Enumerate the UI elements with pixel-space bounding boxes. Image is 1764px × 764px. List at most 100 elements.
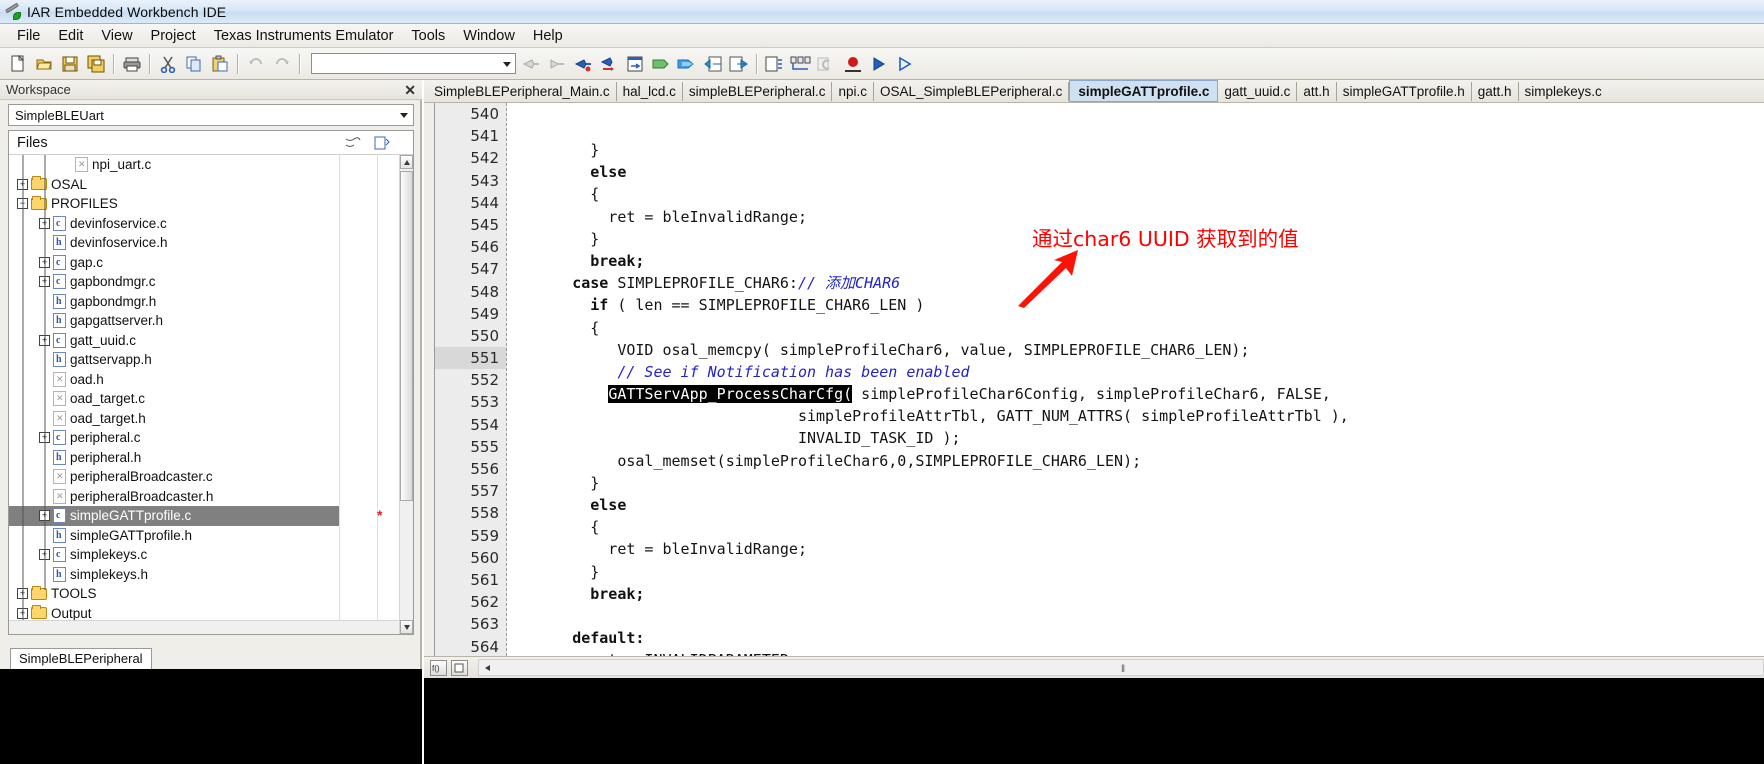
expand-icon[interactable]: + bbox=[17, 178, 28, 190]
scroll-thumb[interactable] bbox=[400, 171, 413, 501]
code-line[interactable]: break; bbox=[508, 250, 1764, 272]
go-to-function-icon[interactable]: f() bbox=[430, 659, 447, 676]
tab-simplegattprofile-c[interactable]: simpleGATTprofile.c bbox=[1069, 80, 1219, 102]
step-icon[interactable] bbox=[892, 51, 918, 77]
code-line[interactable]: { bbox=[508, 183, 1764, 205]
code-line[interactable]: // See if Notification has been enabled bbox=[508, 361, 1764, 383]
save-all-icon[interactable] bbox=[83, 51, 109, 77]
menu-item-help[interactable]: Help bbox=[524, 26, 572, 46]
tree-item[interactable]: oad.h bbox=[9, 370, 399, 390]
menu-item-edit[interactable]: Edit bbox=[49, 26, 92, 46]
tab-gatt-uuid-c[interactable]: gatt_uuid.c bbox=[1218, 81, 1298, 101]
tree-item[interactable]: peripheralBroadcaster.h bbox=[9, 487, 399, 507]
code-line[interactable]: { bbox=[508, 516, 1764, 538]
tree-item[interactable]: oad_target.h bbox=[9, 409, 399, 429]
find-in-files-icon[interactable] bbox=[570, 51, 596, 77]
code-line[interactable]: else bbox=[508, 161, 1764, 183]
open-folder-icon[interactable] bbox=[31, 51, 57, 77]
tree-item[interactable]: simpleGATTprofile.h bbox=[9, 526, 399, 546]
expand-icon[interactable]: + bbox=[39, 549, 50, 561]
undo-icon[interactable] bbox=[243, 51, 269, 77]
code-line[interactable]: } bbox=[508, 561, 1764, 583]
code-text-area[interactable]: } else { ret = bleInvalidRange; } break;… bbox=[508, 103, 1764, 656]
tree-item[interactable]: + Output bbox=[9, 604, 399, 620]
code-line[interactable]: ret = INVALIDPARAMETER; bbox=[508, 649, 1764, 656]
code-line[interactable]: break; bbox=[508, 583, 1764, 605]
tab-simplekeys-c[interactable]: simplekeys.c bbox=[1519, 82, 1608, 101]
find-icon[interactable] bbox=[518, 51, 544, 77]
tree-item[interactable]: + gatt_uuid.c bbox=[9, 331, 399, 351]
tab-simplebleperipheral-c[interactable]: simpleBLEPeripheral.c bbox=[683, 81, 833, 101]
go-to-line-icon[interactable] bbox=[622, 51, 648, 77]
code-line[interactable]: INVALID_TASK_ID ); bbox=[508, 427, 1764, 449]
menu-item-window[interactable]: Window bbox=[454, 26, 524, 46]
save-icon[interactable] bbox=[57, 51, 83, 77]
tree-item[interactable]: simplekeys.h bbox=[9, 565, 399, 585]
tab-simplegattprofile-h[interactable]: simpleGATTprofile.h bbox=[1337, 81, 1472, 101]
tree-item[interactable]: − PROFILES bbox=[9, 194, 399, 214]
expand-icon[interactable]: + bbox=[17, 588, 28, 600]
menu-item-texas-instruments-emulator[interactable]: Texas Instruments Emulator bbox=[205, 26, 403, 46]
tab-gatt-h[interactable]: gatt.h bbox=[1472, 81, 1519, 101]
tree-item[interactable]: gapbondmgr.h bbox=[9, 292, 399, 312]
code-line[interactable]: GATTServApp_ProcessCharCfg( simpleProfil… bbox=[508, 383, 1764, 405]
code-editor[interactable]: 540 541 542 543 544 545 546 547 548 549 550 551 552 5… bbox=[434, 103, 1764, 656]
tab-npi-c[interactable]: npi.c bbox=[832, 81, 874, 101]
file-tree-vertical-scrollbar[interactable] bbox=[399, 155, 413, 634]
tree-item[interactable]: peripheralBroadcaster.c bbox=[9, 467, 399, 487]
tree-item[interactable]: npi_uart.c bbox=[9, 155, 399, 175]
navigate-backward-icon[interactable] bbox=[700, 51, 726, 77]
code-line[interactable]: } bbox=[508, 139, 1764, 161]
quick-search-input[interactable] bbox=[311, 53, 516, 74]
code-line[interactable]: ret = bleInvalidRange; bbox=[508, 538, 1764, 560]
code-line[interactable]: osal_memset(simpleProfileChar6,0,SIMPLEP… bbox=[508, 450, 1764, 472]
tree-item[interactable]: oad_target.c bbox=[9, 389, 399, 409]
collapse-icon[interactable]: − bbox=[17, 198, 28, 210]
file-tree-horizontal-scrollbar[interactable] bbox=[9, 620, 399, 634]
replace-icon[interactable] bbox=[596, 51, 622, 77]
sort-icon[interactable] bbox=[343, 135, 361, 151]
navigate-forward-icon[interactable] bbox=[726, 51, 752, 77]
tree-item[interactable]: + OSAL bbox=[9, 175, 399, 195]
tree-item[interactable]: devinfoservice.h bbox=[9, 233, 399, 253]
tab-hal-lcd-c[interactable]: hal_lcd.c bbox=[617, 81, 683, 101]
toggle-breakpoint-icon[interactable] bbox=[451, 659, 468, 676]
copy-icon[interactable] bbox=[181, 51, 207, 77]
chevron-down-icon[interactable] bbox=[400, 113, 408, 118]
workspace-tab-simplebleperipheral[interactable]: SimpleBLEPeripheral bbox=[10, 648, 152, 669]
code-line[interactable]: case SIMPLEPROFILE_CHAR6:// 添加CHAR6 bbox=[508, 272, 1764, 294]
project-config-dropdown[interactable]: SimpleBLEUart bbox=[8, 104, 414, 126]
tab-osal-simplebleperipheral-c[interactable]: OSAL_SimpleBLEPeripheral.c bbox=[874, 81, 1070, 101]
tree-item[interactable]: + simplekeys.c bbox=[9, 545, 399, 565]
code-line[interactable] bbox=[508, 605, 1764, 627]
expand-icon[interactable]: + bbox=[39, 276, 50, 288]
redo-icon[interactable] bbox=[269, 51, 295, 77]
tree-item[interactable]: + simpleGATTprofile.c * bbox=[9, 506, 382, 526]
code-line[interactable]: } bbox=[508, 472, 1764, 494]
scroll-down-icon[interactable] bbox=[400, 620, 413, 634]
tab-att-h[interactable]: att.h bbox=[1297, 81, 1337, 101]
code-line[interactable]: else bbox=[508, 494, 1764, 516]
expand-icon[interactable]: + bbox=[39, 510, 50, 522]
expand-icon[interactable]: + bbox=[39, 432, 50, 444]
make-icon[interactable] bbox=[788, 51, 814, 77]
menu-item-view[interactable]: View bbox=[92, 26, 141, 46]
paste-icon[interactable] bbox=[207, 51, 233, 77]
print-icon[interactable] bbox=[119, 51, 145, 77]
expand-icon[interactable]: + bbox=[17, 607, 28, 619]
cut-icon[interactable] bbox=[155, 51, 181, 77]
tree-item[interactable]: + peripheral.c bbox=[9, 428, 399, 448]
tree-item[interactable]: + TOOLS bbox=[9, 584, 399, 604]
run-icon[interactable] bbox=[866, 51, 892, 77]
tree-item[interactable]: + gapbondmgr.c bbox=[9, 272, 399, 292]
code-line[interactable]: default: bbox=[508, 627, 1764, 649]
tree-item[interactable]: + devinfoservice.c bbox=[9, 214, 399, 234]
tree-item[interactable]: gapgattserver.h bbox=[9, 311, 399, 331]
chevron-down-icon[interactable] bbox=[503, 61, 511, 67]
find-next-icon[interactable] bbox=[544, 51, 570, 77]
toggle-bookmark-icon[interactable] bbox=[648, 51, 674, 77]
compile-icon[interactable] bbox=[762, 51, 788, 77]
expand-icon[interactable]: + bbox=[39, 334, 50, 346]
code-line[interactable]: simpleProfileAttrTbl, GATT_NUM_ATTRS( si… bbox=[508, 405, 1764, 427]
debug-icon[interactable] bbox=[840, 51, 866, 77]
